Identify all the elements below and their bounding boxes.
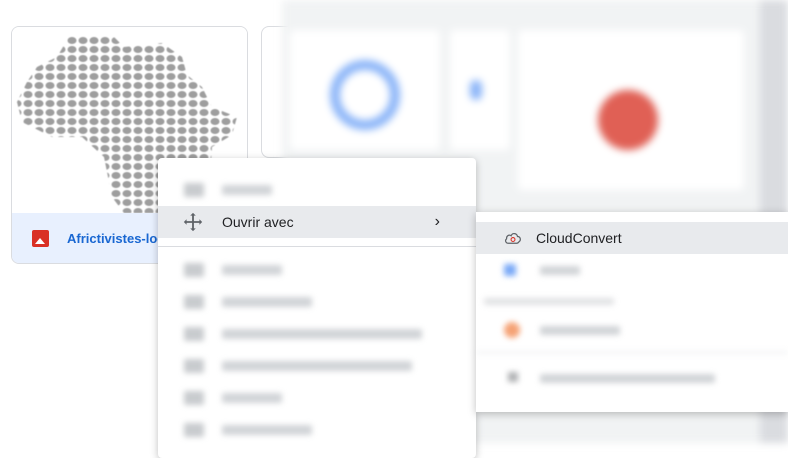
menu-item-open-with[interactable]: Ouvrir avec ›	[158, 206, 476, 238]
menu-item-get-link[interactable]	[158, 286, 476, 318]
open-with-submenu: CloudConvert	[476, 212, 788, 412]
drive-background: Africtivistes-log Ouvrir avec › CloudCon…	[0, 0, 788, 458]
menu-item-show-location[interactable]	[158, 318, 476, 350]
context-menu: Ouvrir avec ›	[158, 158, 476, 458]
cloud-icon	[505, 232, 521, 244]
file-name: Africtivistes-log	[67, 230, 166, 246]
open-with-label: Ouvrir avec	[222, 214, 294, 230]
blurred-tile	[450, 30, 510, 150]
menu-item-preview[interactable]	[158, 174, 476, 206]
move-icon	[183, 212, 203, 232]
menu-separator	[158, 246, 476, 247]
menu-item-share[interactable]	[158, 254, 476, 286]
menu-item-move[interactable]	[158, 382, 476, 414]
logo-tile	[518, 30, 744, 190]
menu-item-favorite[interactable]	[158, 414, 476, 446]
submenu-item-cloudconvert[interactable]: CloudConvert	[476, 222, 788, 254]
menu-item-shortcut[interactable]	[158, 350, 476, 382]
image-icon	[32, 229, 49, 247]
chart-tile	[290, 30, 440, 150]
chevron-right-icon: ›	[434, 213, 440, 230]
cloudconvert-label: CloudConvert	[536, 230, 622, 246]
